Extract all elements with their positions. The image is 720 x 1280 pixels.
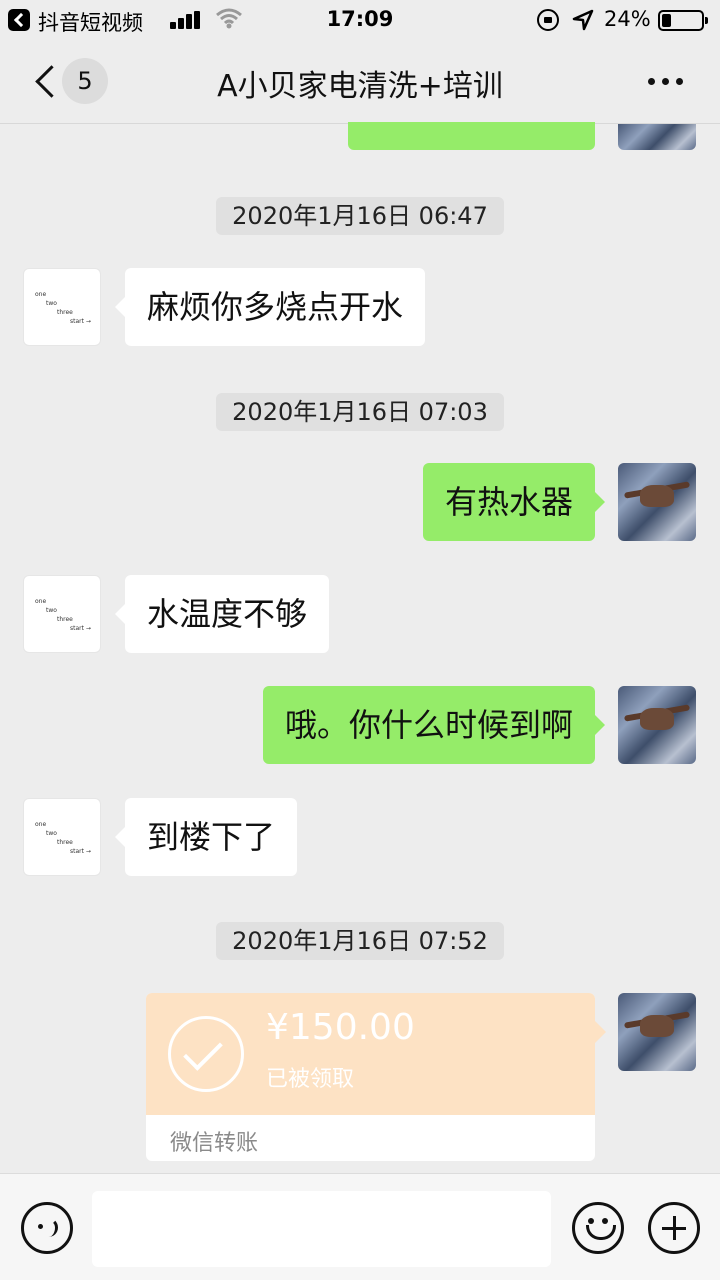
voice-input-icon[interactable] — [21, 1202, 73, 1254]
timestamp: 2020年1月16日 07:52 — [216, 922, 504, 960]
message-bubble-partial[interactable] — [348, 122, 595, 150]
chat-header: 5 A小贝家电清洗+培训 — [0, 40, 720, 124]
chat-title: A小贝家电清洗+培训 — [217, 69, 503, 104]
contact-avatar[interactable]: one two three start → — [23, 575, 101, 653]
message-input[interactable] — [92, 1191, 551, 1267]
plus-icon[interactable] — [648, 1202, 700, 1254]
transfer-label: 微信转账 — [170, 1131, 259, 1156]
contact-avatar[interactable]: one two three start → — [23, 268, 101, 346]
message-bubble-received[interactable]: 水温度不够 — [114, 575, 330, 653]
transfer-status: 已被领取 — [266, 1067, 355, 1092]
rotation-lock-icon — [537, 9, 559, 31]
status-bar: 抖音短视频 17:09 24% — [0, 0, 720, 40]
input-bar — [0, 1173, 720, 1280]
transfer-amount: ¥150.00 — [266, 1007, 415, 1048]
location-icon — [572, 9, 594, 31]
battery-percent: 24% — [604, 7, 651, 31]
self-avatar[interactable] — [618, 686, 696, 764]
transfer-card-header: ¥150.00 已被领取 — [146, 993, 595, 1115]
more-options-icon[interactable] — [646, 78, 686, 86]
transfer-card[interactable]: ¥150.00 已被领取 微信转账 — [146, 993, 595, 1161]
timestamp: 2020年1月16日 07:03 — [216, 393, 504, 431]
message-bubble-received[interactable]: 到楼下了 — [114, 798, 298, 876]
self-avatar[interactable] — [618, 463, 696, 541]
unread-count-badge[interactable]: 5 — [62, 58, 108, 104]
emoji-icon[interactable] — [572, 1202, 624, 1254]
message-bubble-received[interactable]: 麻烦你多烧点开水 — [114, 268, 426, 346]
transfer-card-tail — [595, 1021, 606, 1043]
battery-icon — [658, 10, 708, 31]
self-avatar[interactable] — [618, 993, 696, 1071]
contact-avatar[interactable]: one two three start → — [23, 798, 101, 876]
checkmark-icon — [168, 1016, 244, 1092]
back-chevron-icon[interactable] — [30, 62, 60, 102]
self-avatar[interactable] — [618, 124, 696, 150]
message-bubble-sent[interactable]: 哦。你什么时候到啊 — [262, 686, 606, 764]
message-bubble-sent[interactable]: 有热水器 — [422, 463, 606, 541]
timestamp: 2020年1月16日 06:47 — [216, 197, 504, 235]
